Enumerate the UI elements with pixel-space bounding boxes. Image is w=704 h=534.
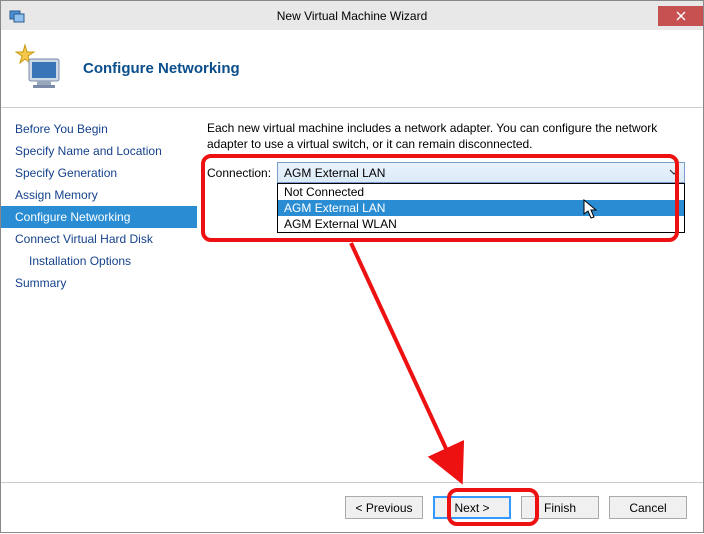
description-text: Each new virtual machine includes a netw… [207, 120, 685, 152]
cancel-button[interactable]: Cancel [609, 496, 687, 519]
chevron-down-icon [668, 166, 680, 181]
finish-button[interactable]: Finish [521, 496, 599, 519]
wizard-header: Configure Networking [1, 30, 703, 108]
connection-dropdown-list: Not Connected AGM External LAN AGM Exter… [277, 183, 685, 233]
sidebar-item-configure-networking[interactable]: Configure Networking [1, 206, 197, 228]
mouse-cursor-icon [583, 199, 599, 221]
wizard-window: New Virtual Machine Wizard Configure Net… [0, 0, 704, 533]
sidebar-item-specify-generation[interactable]: Specify Generation [1, 162, 197, 184]
sidebar-item-connect-vhd[interactable]: Connect Virtual Hard Disk [1, 228, 197, 250]
sidebar-item-assign-memory[interactable]: Assign Memory [1, 184, 197, 206]
close-button[interactable] [658, 6, 703, 26]
previous-button[interactable]: < Previous [345, 496, 423, 519]
sidebar-item-specify-name[interactable]: Specify Name and Location [1, 140, 197, 162]
connection-option-agm-external-lan[interactable]: AGM External LAN [278, 200, 684, 216]
titlebar: New Virtual Machine Wizard [1, 1, 703, 30]
sidebar: Before You Begin Specify Name and Locati… [1, 108, 197, 482]
main-content: Each new virtual machine includes a netw… [197, 108, 703, 482]
wizard-header-icon [15, 43, 67, 95]
window-title: New Virtual Machine Wizard [1, 9, 703, 23]
connection-option-agm-external-wlan[interactable]: AGM External WLAN [278, 216, 684, 232]
wizard-footer: < Previous Next > Finish Cancel [1, 482, 703, 532]
app-icon [9, 8, 25, 24]
connection-label: Connection: [207, 166, 271, 180]
connection-option-not-connected[interactable]: Not Connected [278, 184, 684, 200]
wizard-body: Before You Begin Specify Name and Locati… [1, 108, 703, 482]
connection-row: Connection: AGM External LAN Not Connect… [207, 162, 685, 183]
next-button[interactable]: Next > [433, 496, 511, 519]
sidebar-item-before-you-begin[interactable]: Before You Begin [1, 118, 197, 140]
connection-combobox[interactable]: AGM External LAN Not Connected AGM Exter… [277, 162, 685, 183]
sidebar-item-installation-options[interactable]: Installation Options [1, 250, 197, 272]
page-title: Configure Networking [83, 60, 240, 77]
sidebar-item-summary[interactable]: Summary [1, 272, 197, 294]
connection-selected-value: AGM External LAN [284, 166, 385, 180]
